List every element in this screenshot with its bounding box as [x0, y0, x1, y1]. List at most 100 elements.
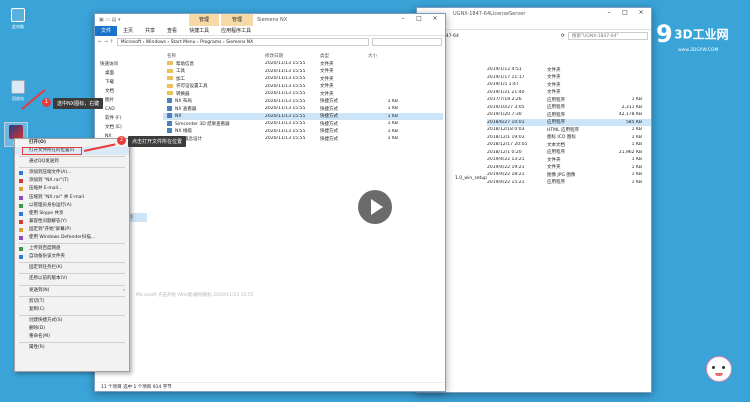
context-menu-item[interactable]: 添加到压缩文件(A)... — [15, 169, 129, 177]
file-size: 1 KB — [387, 98, 398, 104]
back-file-row[interactable]: 2018/6/27 10:01 应用程序 585 KB — [487, 118, 651, 126]
play-button[interactable] — [358, 190, 392, 224]
back-file-row[interactable]: 2018/12/1 19:03 图标 ICO 图标 1 KB — [487, 134, 651, 142]
brand-site: www.3DGYW.COM — [678, 48, 719, 53]
file-row[interactable]: NX 2020/11/13 15:55 快捷方式 1 KB — [163, 112, 443, 120]
context-menu-item[interactable]: 还原以前的版本(V) — [15, 275, 129, 283]
front-search-input[interactable] — [372, 38, 442, 46]
back-file-row[interactable]: 2019/1/21 21:40 文件夹 — [487, 89, 651, 97]
back-window-titlebar[interactable]: UGNX-1847-64LicenseServer – □ × — [417, 8, 651, 20]
context-menu-item[interactable]: 上传到百度网盘 — [15, 245, 129, 253]
context-menu-item[interactable]: 使用 Windows Defender扫描... — [15, 234, 129, 242]
minimize-icon[interactable]: – — [601, 9, 617, 16]
front-explorer-window[interactable]: ▣ ▭ ▤ ▾ 管理 管理 Siemens NX – □ × 文件 主页 共享 查看… — [94, 13, 446, 392]
context-menu-item[interactable]: 重命名(M) — [15, 333, 129, 341]
context-tab-manage-2[interactable]: 管理 — [221, 14, 253, 26]
breadcrumb-item[interactable]: Start Menu — [171, 40, 196, 45]
back-file-row[interactable]: 2019/1/12 4:51 文件夹 — [487, 66, 651, 74]
context-menu-item[interactable]: 固定到任务栏(K) — [15, 264, 129, 272]
context-menu-item[interactable]: 删除(D) — [15, 325, 129, 333]
nav-item[interactable]: 桌面 — [97, 69, 147, 78]
breadcrumb-item[interactable]: Siemens NX — [226, 40, 253, 45]
ribbon-tab-share[interactable]: 共享 — [139, 26, 161, 36]
context-menu-item[interactable]: 固定到"开始"屏幕(P) — [15, 226, 129, 234]
file-row[interactable]: 加工 2020/11/13 15:55 文件夹 — [163, 75, 443, 83]
breadcrumb-item[interactable]: Programs — [200, 40, 221, 45]
back-file-row[interactable]: 2018/12/17 20:05 文本文档 1 KB — [487, 141, 651, 149]
close-icon[interactable]: × — [427, 15, 443, 22]
file-type: 图标 ICO 图标 — [547, 135, 576, 141]
context-menu-item[interactable]: 压缩到 "NX.rar" 并 E-mail — [15, 194, 129, 202]
context-menu-item[interactable]: 属性(R) — [15, 344, 129, 352]
brand-logo: 9 3D工业网 www.3DGYW.COM — [656, 20, 746, 53]
file-date: 2020/11/13 15:55 — [265, 98, 306, 104]
desktop-icon-recycle-bin[interactable]: 回收站 — [6, 80, 30, 102]
back-explorer-window[interactable]: UGNX-1847-64LicenseServer – □ × 1847-64 ⟳ … — [416, 7, 652, 393]
breadcrumb-item[interactable]: Windows — [146, 40, 166, 45]
col-name[interactable]: 名称 — [163, 53, 265, 59]
back-file-row[interactable]: 2019/4/22 15:21 应用程序 1 KB — [487, 179, 651, 187]
nav-item[interactable]: CAD — [97, 105, 147, 114]
file-row[interactable]: NX 布局 2020/11/13 15:55 快捷方式 1 KB — [163, 98, 443, 106]
back-file-row[interactable]: 2019/10/27 3:05 应用程序 2,311 KB — [487, 104, 651, 112]
file-row[interactable]: 工具 2020/11/13 15:55 文件夹 — [163, 68, 443, 76]
nav-item[interactable]: 文档 — [97, 87, 147, 96]
nav-item[interactable]: 下载 — [97, 78, 147, 87]
back-address-bar[interactable]: 1847-64 ⟳ 搜索"UGNX-1847-64" — [417, 30, 651, 42]
file-row[interactable]: 转换器 2020/11/13 15:55 文件夹 — [163, 90, 443, 98]
col-size[interactable]: 大小 — [368, 53, 398, 59]
ribbon-tab-view[interactable]: 查看 — [161, 26, 183, 36]
desktop-icon-this-pc[interactable]: 此电脑 — [6, 8, 30, 30]
nav-item[interactable]: 软件 (F) — [97, 114, 147, 123]
nav-arrows-icon[interactable]: ← → ↑ — [98, 39, 114, 45]
back-file-row[interactable]: 2018/12/18 0:03 HTML 应用程序 1 KB — [487, 126, 651, 134]
context-menu[interactable]: 打开(O) 打开文件所在的位置(I) 通过QQ发送到 添加到压缩文件(A)... 添加到… — [14, 138, 130, 372]
back-file-row[interactable]: 2019/1/5 1:47 文件夹 — [487, 81, 651, 89]
context-menu-item[interactable]: 复制(C) — [15, 306, 129, 314]
nav-item[interactable]: 图片 — [97, 96, 147, 105]
file-row[interactable]: 许可证设置工具 2020/11/13 15:55 文件夹 — [163, 83, 443, 91]
context-menu-item[interactable]: 自动备份该文件夹 — [15, 253, 129, 261]
nav-item[interactable]: 快速访问 — [97, 60, 147, 69]
ribbon-tab-home[interactable]: 主页 — [117, 26, 139, 36]
breadcrumb-item[interactable]: Microsoft — [121, 40, 141, 45]
breadcrumb[interactable]: Microsoft › Windows › Start Menu › Progr… — [116, 38, 369, 46]
col-type[interactable]: 类型 — [320, 53, 368, 59]
context-menu-item[interactable]: 以管理员身份运行(A) — [15, 202, 129, 210]
ribbon-tab-file[interactable]: 文件 — [95, 25, 118, 36]
maximize-icon[interactable]: □ — [411, 15, 427, 22]
refresh-icon[interactable]: ⟳ — [561, 33, 565, 39]
context-menu-item[interactable]: 创建快捷方式(S) — [15, 317, 129, 325]
context-menu-item[interactable]: 添加到 "NX.rar"(T) — [15, 177, 129, 185]
back-file-row[interactable]: 2019/1/17 11:17 文件夹 — [487, 74, 651, 82]
back-file-row[interactable]: 2019/4/22 18:21 图像 JPG 图像 1 KB — [487, 171, 651, 179]
nav-item[interactable]: 文档 (E) — [97, 123, 147, 132]
file-row[interactable]: NX 查看器 2020/11/13 15:55 快捷方式 1 KB — [163, 105, 443, 113]
close-icon[interactable]: × — [633, 9, 649, 16]
context-menu-item[interactable]: 使用 Skype 共享 — [15, 210, 129, 218]
ribbon-tab-app-tools[interactable]: 应用程序工具 — [215, 26, 257, 36]
context-menu-item[interactable]: 剪切(T) — [15, 298, 129, 306]
front-window-titlebar[interactable]: ▣ ▭ ▤ ▾ 管理 管理 Siemens NX – □ × — [95, 14, 445, 26]
context-tab-manage-1[interactable]: 管理 — [189, 14, 219, 26]
context-menu-item[interactable]: 发送到(N) › — [15, 287, 129, 295]
maximize-icon[interactable]: □ — [617, 9, 633, 16]
file-row[interactable]: 帮助信息 2020/11/13 15:55 文件夹 — [163, 60, 443, 68]
context-menu-item[interactable]: 压缩并 E-mail... — [15, 185, 129, 193]
context-menu-item[interactable]: 通过QQ发送到 — [15, 158, 129, 166]
back-file-row[interactable]: 2019/1/20 7:30 应用程序 42,178 KB — [487, 111, 651, 119]
back-file-row[interactable]: 2018/12/1 0:20 应用程序 21,962 KB — [487, 149, 651, 157]
minimize-icon[interactable]: – — [395, 15, 411, 22]
front-address-bar[interactable]: ← → ↑ Microsoft › Windows › Start Menu ›… — [95, 36, 445, 48]
back-search-input[interactable]: 搜索"UGNX-1847-64" — [568, 32, 648, 40]
col-date[interactable]: 修改日期 — [265, 53, 320, 59]
back-file-row[interactable]: 2017/7/18 2:26 应用程序 1 KB — [487, 96, 651, 104]
file-row[interactable]: 机械概念设计 2020/11/13 15:55 快捷方式 1 KB — [163, 135, 443, 143]
ribbon-tab-shortcut-tools[interactable]: 快捷工具 — [183, 26, 215, 36]
back-file-row[interactable]: 2019/4/22 13:21 文件夹 1 KB — [487, 156, 651, 164]
file-row[interactable]: Simcenter 3D 结果查看器 2020/11/13 15:55 快捷方式 1 … — [163, 120, 443, 128]
file-row[interactable]: NX 线缆 2020/11/13 15:55 快捷方式 1 KB — [163, 128, 443, 136]
back-file-row[interactable]: 2019/4/22 19:21 文件夹 1 KB — [487, 164, 651, 172]
context-menu-item[interactable]: 兼容性问题解答(Y) — [15, 218, 129, 226]
file-date: 2019/1/20 7:30 — [487, 112, 522, 118]
